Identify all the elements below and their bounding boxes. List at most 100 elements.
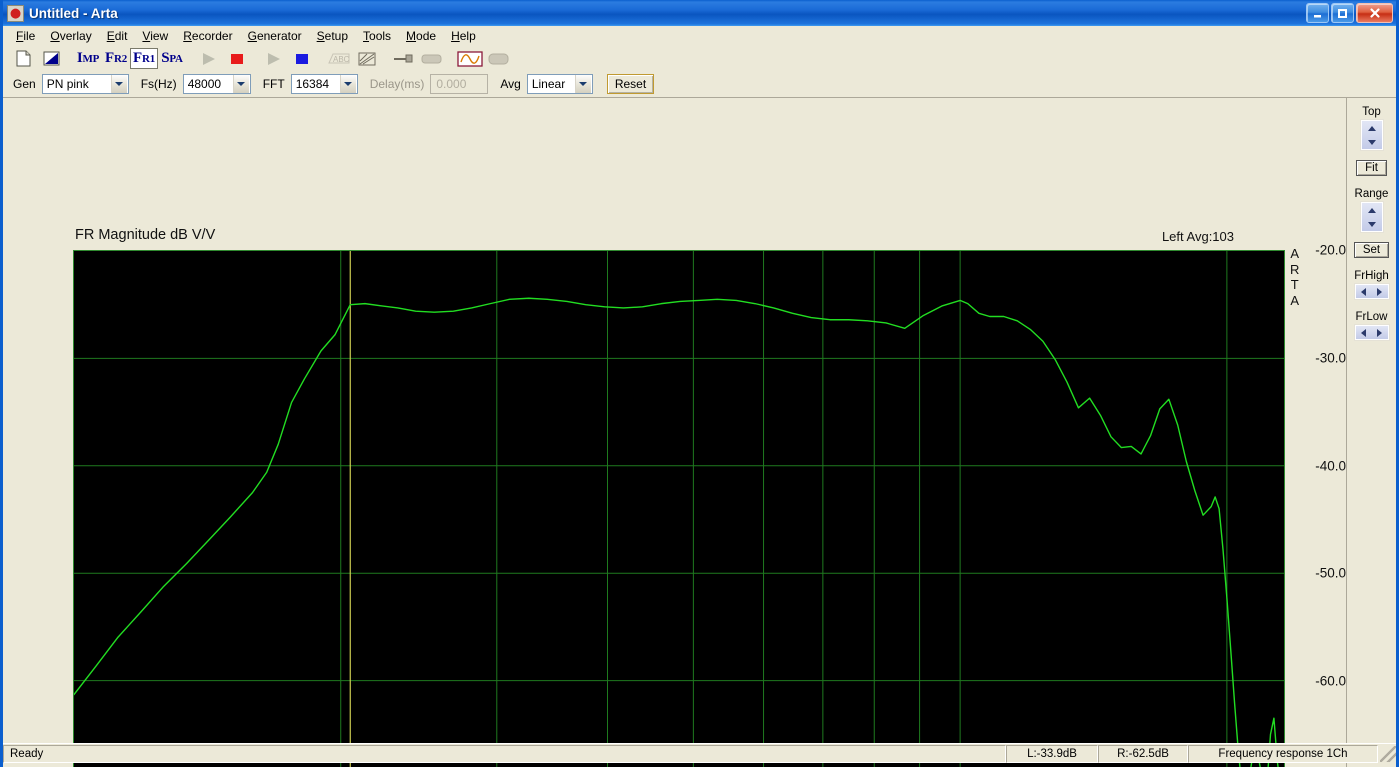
arta-logo-icon: ● <box>7 4 24 22</box>
delay-input[interactable]: 0.000 <box>430 74 489 94</box>
rounded-box-icon[interactable] <box>418 48 446 69</box>
chevron-down-icon[interactable] <box>1367 221 1376 227</box>
reset-button[interactable]: Reset <box>606 74 655 94</box>
menu-item-mode[interactable]: Mode <box>399 27 444 45</box>
fs-label: Fs(Hz) <box>140 77 177 91</box>
pointer-line-icon[interactable] <box>390 48 418 69</box>
chevron-left-icon[interactable] <box>1361 287 1366 296</box>
blue-triangle-icon[interactable] <box>37 48 65 69</box>
range-spinner[interactable] <box>1359 201 1384 233</box>
menu-item-file[interactable]: File <box>9 27 43 45</box>
range-label: Range <box>1354 188 1389 200</box>
chevron-up-icon[interactable] <box>1367 125 1376 131</box>
menu-item-edit[interactable]: Edit <box>100 27 136 45</box>
fft-size-select[interactable]: 16384 <box>290 74 358 94</box>
menu-item-help[interactable]: Help <box>444 27 484 45</box>
chevron-down-icon[interactable] <box>574 75 591 93</box>
frequency-response-plot <box>74 251 1284 767</box>
set-button[interactable]: Set <box>1353 242 1390 258</box>
imp-mode-button[interactable]: IMP <box>74 48 102 69</box>
frlow-spinner[interactable] <box>1353 324 1390 341</box>
toolbar-separator <box>251 49 260 69</box>
samplerate-select[interactable]: 48000 <box>182 74 251 94</box>
top-label: Top <box>1362 106 1381 118</box>
spa-mode-button[interactable]: SPA <box>158 48 186 69</box>
chevron-right-icon[interactable] <box>1377 287 1382 296</box>
window-title: Untitled - Arta <box>29 5 118 21</box>
toolbar-separator <box>65 49 74 69</box>
generator-select-value: PN pink <box>46 77 89 91</box>
close-button[interactable] <box>1356 3 1393 23</box>
toolbar-separator <box>381 49 390 69</box>
frlow-label: FrLow <box>1355 311 1388 323</box>
arta-main-window: ● Untitled - Arta File Overlay Edit View… <box>0 0 1399 767</box>
window-buttons <box>1306 3 1393 23</box>
menu-item-overlay[interactable]: Overlay <box>43 27 99 45</box>
hatched-box-icon[interactable] <box>353 48 381 69</box>
delay-label: Delay(ms) <box>369 77 425 91</box>
chevron-left-icon[interactable] <box>1361 328 1366 337</box>
frhigh-spinner[interactable] <box>1353 283 1390 300</box>
fft-label: FFT <box>262 77 285 91</box>
stop-square-red-icon[interactable] <box>223 48 251 69</box>
avg-label: Avg <box>500 77 521 91</box>
right-control-panel: Top Fit Range Set FrHigh FrLow <box>1346 98 1396 767</box>
chevron-down-icon[interactable] <box>339 75 356 93</box>
fit-button[interactable]: Fit <box>1356 160 1387 176</box>
y-tick-label: -40.0 <box>1315 458 1346 474</box>
run-button[interactable] <box>260 48 288 69</box>
status-bar: Ready L:-33.9dB R:-62.5dB Frequency resp… <box>3 743 1396 763</box>
chart-title: FR Magnitude dB V/V <box>75 227 216 243</box>
menu-bar: File Overlay Edit View Recorder Generato… <box>3 26 1396 46</box>
fr2-mode-button[interactable]: FR2 <box>102 48 130 69</box>
menu-item-setup[interactable]: Setup <box>310 27 356 45</box>
averaging-select[interactable]: Linear <box>526 74 593 94</box>
status-ready: Ready <box>3 744 1006 763</box>
status-mode: Frequency response 1Ch <box>1188 744 1378 763</box>
top-spinner[interactable] <box>1359 119 1384 151</box>
chevron-down-icon[interactable] <box>232 75 249 93</box>
chevron-down-icon[interactable] <box>1367 139 1376 145</box>
plot-area: FR Magnitude dB V/V Left Avg:103 -20.0 -… <box>3 98 1346 767</box>
rounded-box-2-icon[interactable] <box>485 48 513 69</box>
abc-text-icon[interactable]: ABC <box>325 48 353 69</box>
y-tick-label: -50.0 <box>1315 565 1346 581</box>
play-record-button[interactable] <box>195 48 223 69</box>
menu-item-generator[interactable]: Generator <box>241 27 310 45</box>
toolbar-separator <box>446 49 455 69</box>
y-tick-label: -60.0 <box>1315 673 1346 689</box>
parameter-bar: Gen PN pink Fs(Hz) 48000 FFT 16384 Delay… <box>3 71 1396 98</box>
frhigh-label: FrHigh <box>1354 270 1389 282</box>
resize-grip[interactable] <box>1380 745 1396 762</box>
new-file-button[interactable] <box>9 48 37 69</box>
chart-canvas[interactable] <box>73 250 1285 767</box>
chevron-right-icon[interactable] <box>1377 328 1382 337</box>
toolbar-separator <box>316 49 325 69</box>
y-tick-label: -30.0 <box>1315 350 1346 366</box>
minimize-button[interactable] <box>1306 3 1329 23</box>
arta-watermark: ARTA <box>1290 246 1300 308</box>
chart-legend: Left Avg:103 <box>1161 229 1234 244</box>
status-right-level: R:-62.5dB <box>1098 744 1188 763</box>
svg-text:ABC: ABC <box>333 55 350 64</box>
gen-label: Gen <box>13 77 36 91</box>
status-left-level: L:-33.9dB <box>1006 744 1098 763</box>
generator-select[interactable]: PN pink <box>41 74 129 94</box>
maximize-button[interactable] <box>1331 3 1354 23</box>
title-bar: ● Untitled - Arta <box>3 0 1396 26</box>
toolbar-separator <box>186 49 195 69</box>
toolbar: IMP FR2 FR1 SPA ABC <box>3 46 1396 71</box>
samplerate-select-value: 48000 <box>187 77 222 91</box>
menu-item-recorder[interactable]: Recorder <box>176 27 240 45</box>
averaging-select-value: Linear <box>531 77 566 91</box>
fr1-mode-button[interactable]: FR1 <box>130 48 158 69</box>
stop-square-blue-icon[interactable] <box>288 48 316 69</box>
fft-size-select-value: 16384 <box>295 77 330 91</box>
menu-item-view[interactable]: View <box>135 27 176 45</box>
main-body: FR Magnitude dB V/V Left Avg:103 -20.0 -… <box>3 98 1396 767</box>
chevron-down-icon[interactable] <box>110 75 127 93</box>
trace-line <box>74 297 1279 767</box>
chevron-up-icon[interactable] <box>1367 207 1376 213</box>
menu-item-tools[interactable]: Tools <box>356 27 399 45</box>
sine-wave-icon[interactable] <box>455 48 485 69</box>
